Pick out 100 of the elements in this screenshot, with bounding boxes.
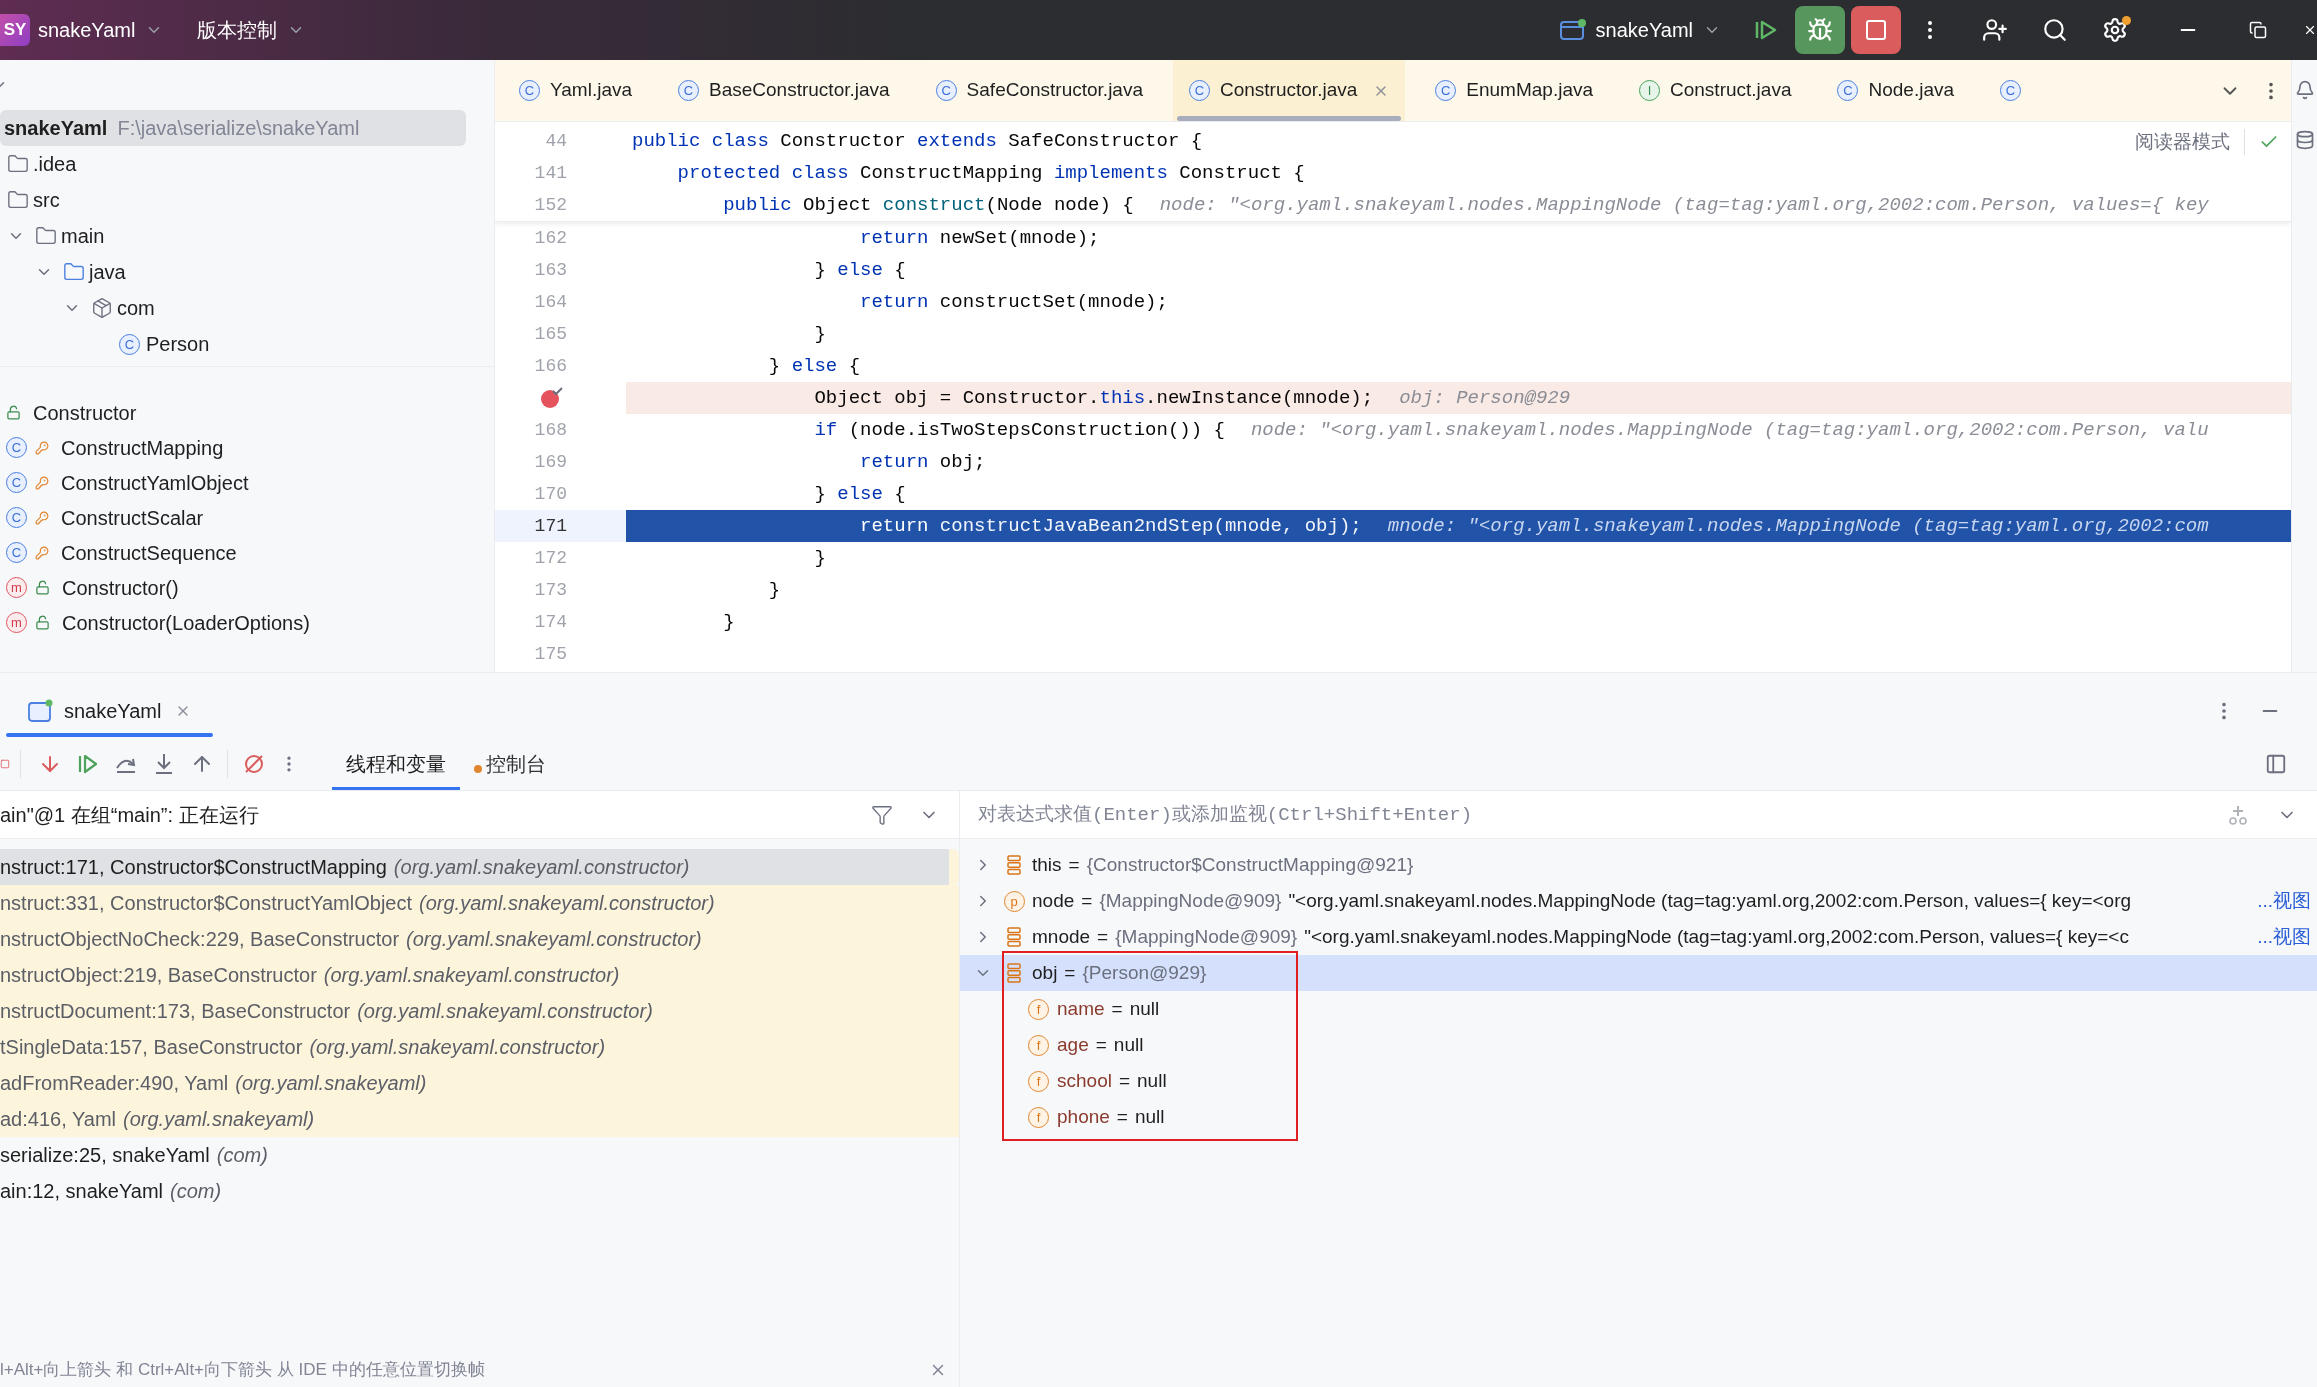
stack-frame[interactable]: tSingleData:157, BaseConstructor (org.yaml.snakeyaml.constructor)	[0, 1029, 959, 1065]
view-link[interactable]: ...视图	[2257, 922, 2311, 952]
structure-item[interactable]: Constructor	[0, 395, 494, 430]
reader-mode-label[interactable]: 阅读器模式	[2135, 128, 2230, 157]
class-icon: C	[1189, 80, 1210, 101]
stack-frame[interactable]: serialize:25, snakeYaml (com)	[0, 1137, 959, 1173]
variable-row[interactable]: f phone = null	[960, 1099, 2317, 1135]
variable-row[interactable]: this = {Constructor$ConstructMapping@921}	[960, 847, 2317, 883]
code-line: }	[813, 545, 826, 571]
line-number: 164	[534, 290, 567, 314]
code-line: } else {	[813, 257, 906, 283]
code-line: public class Constructor extends SafeConstructor {	[632, 128, 1203, 154]
folder-icon	[63, 261, 85, 283]
class-icon: C	[2000, 80, 2022, 101]
filter-icon[interactable]	[871, 803, 893, 826]
notifications-icon[interactable]	[2294, 80, 2315, 100]
code-line: return constructSet(mnode);	[859, 289, 1168, 315]
field-icon: f	[1028, 1070, 1049, 1092]
stack-frame[interactable]: ain:12, snakeYaml (com)	[0, 1173, 959, 1209]
debug-session-tab[interactable]: snakeYaml	[6, 685, 214, 737]
debug-tab[interactable]: 线程和变量	[332, 737, 460, 790]
tree-item[interactable]: snakeYaml F:\java\serialize\snakeYaml	[0, 110, 466, 146]
stack-frame[interactable]: nstructObjectNoCheck:229, BaseConstructor (org.yaml.snakeyaml.constructor)	[0, 921, 959, 957]
database-icon[interactable]	[2294, 130, 2315, 150]
line-number: 175	[534, 642, 567, 666]
parameter-icon: p	[1003, 890, 1025, 912]
inline-value-hint: mnode: "<org.yaml.snakeyaml.nodes.MappingNode (tag=tag:yaml.org,2002:com	[1387, 513, 2209, 539]
class-icon: C	[519, 80, 540, 101]
method-icon: m	[6, 612, 27, 633]
editor-tab[interactable]: C Yaml.java	[503, 60, 648, 121]
line-number: 173	[534, 578, 567, 602]
tree-item[interactable]: com	[0, 290, 474, 326]
stack-frame[interactable]: nstructDocument:173, BaseConstructor (org.yaml.snakeyaml.constructor)	[0, 993, 959, 1029]
package-icon	[91, 297, 113, 319]
debug-button[interactable]	[1795, 6, 1845, 54]
interface-icon: I	[1639, 80, 1660, 101]
tree-item[interactable]: src	[0, 182, 474, 218]
editor-tab[interactable]: C BaseConstructor.java	[662, 60, 906, 121]
folder-icon	[7, 189, 29, 211]
debug-tab[interactable]: 控制台	[460, 737, 560, 790]
project-dropdown[interactable]: snakeYaml	[36, 15, 166, 45]
variable-row[interactable]: obj = {Person@929}	[960, 955, 2317, 991]
editor-tab[interactable]: I Construct.java	[1623, 60, 1808, 121]
stack-frame[interactable]: nstruct:171, Constructor$ConstructMapping (org.yaml.snakeyaml.constructor)	[0, 849, 959, 885]
variable-row[interactable]: f name = null	[960, 991, 2317, 1027]
editor-tab[interactable]: C EnumMap.java	[1419, 60, 1609, 121]
stack-frame[interactable]: adFromReader:490, Yaml (org.yaml.snakeyaml)	[0, 1065, 959, 1101]
field-icon: f	[1028, 998, 1049, 1020]
structure-item[interactable]: C ConstructMapping	[0, 430, 494, 465]
editor-tab[interactable]: C	[1984, 60, 2038, 121]
line-number: 166	[534, 354, 567, 378]
variable-icon	[1006, 963, 1022, 983]
code-line: }	[722, 609, 735, 635]
tree-item[interactable]: .idea	[0, 146, 474, 182]
tree-item[interactable]: java	[0, 254, 474, 290]
layout-icon[interactable]	[2265, 752, 2287, 775]
code-line: } else {	[767, 353, 861, 379]
stack-frame[interactable]: nstruct:331, Constructor$ConstructYamlObject (org.yaml.snakeyaml.constructor)	[0, 885, 959, 921]
editor-tab[interactable]: C SafeConstructor.java	[919, 60, 1159, 121]
class-icon: C	[119, 333, 140, 355]
variable-row[interactable]: f age = null	[960, 1027, 2317, 1063]
editor-tab[interactable]: C Constructor.java	[1173, 60, 1406, 121]
tree-item[interactable]: main	[0, 218, 474, 254]
folder-icon	[35, 225, 57, 247]
view-link[interactable]: ...视图	[2257, 886, 2311, 916]
code-line: if (node.isTwoStepsConstruction()) {	[813, 417, 1225, 443]
line-number: 44	[545, 129, 567, 153]
project-icon[interactable]: SY	[0, 14, 30, 46]
structure-item[interactable]: C ConstructYamlObject	[0, 465, 494, 500]
thread-selector[interactable]: ain"@1 在组“main”: 正在运行	[0, 791, 959, 839]
code-line: Object obj = Constructor.this.newInstance(mnode);	[813, 385, 1374, 411]
structure-item[interactable]: m Constructor(LoaderOptions)	[0, 605, 494, 640]
editor-tab[interactable]: C Node.java	[1821, 60, 1971, 121]
variable-row[interactable]: p node = {MappingNode@909} "<org.yaml.snakeyaml.nodes.MappingNode (tag=tag:yaml.org,2002:com.Person, values={ key=<org ...视图	[960, 883, 2317, 919]
run-config-dropdown[interactable]: snakeYaml	[1559, 15, 1721, 45]
variable-row[interactable]: f school = null	[960, 1063, 2317, 1099]
folder-icon	[7, 153, 29, 175]
field-icon: f	[1028, 1034, 1049, 1056]
line-number: 141	[534, 161, 567, 185]
structure-item[interactable]: C ConstructSequence	[0, 535, 494, 570]
code-line: return newSet(mnode);	[859, 225, 1100, 251]
code-line: } else {	[813, 481, 906, 507]
vcs-dropdown[interactable]: 版本控制	[197, 15, 306, 45]
stack-frame[interactable]: ad:416, Yaml (org.yaml.snakeyaml)	[0, 1101, 959, 1137]
inline-value-hint: node: "<org.yaml.snakeyaml.nodes.MappingNode (tag=tag:yaml.org,2002:com.Person, valu	[1250, 417, 2209, 443]
line-number: 170	[534, 482, 567, 506]
inline-value-hint: obj: Person@929	[1399, 385, 1571, 411]
tree-item[interactable]: C Person	[0, 326, 474, 362]
window-icon	[1559, 19, 1586, 41]
line-number: 174	[534, 610, 567, 634]
line-number: 163	[534, 258, 567, 282]
line-number: 169	[534, 450, 567, 474]
field-icon: f	[1028, 1106, 1049, 1128]
line-number: 168	[534, 418, 567, 442]
stop-button[interactable]	[1851, 6, 1901, 54]
variable-row[interactable]: mnode = {MappingNode@909} "<org.yaml.snakeyaml.nodes.MappingNode (tag=tag:yaml.org,2002:com.Person, values={ key=<c ...视图	[960, 919, 2317, 955]
breakpoint-icon[interactable]	[539, 386, 563, 410]
structure-item[interactable]: m Constructor()	[0, 570, 494, 605]
stack-frame[interactable]: nstructObject:219, BaseConstructor (org.yaml.snakeyaml.constructor)	[0, 957, 959, 993]
structure-item[interactable]: C ConstructScalar	[0, 500, 494, 535]
